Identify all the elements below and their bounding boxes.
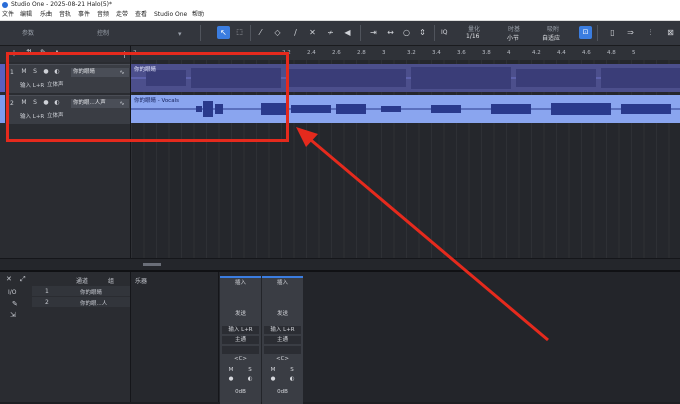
annotation-arrow-icon — [296, 127, 549, 342]
